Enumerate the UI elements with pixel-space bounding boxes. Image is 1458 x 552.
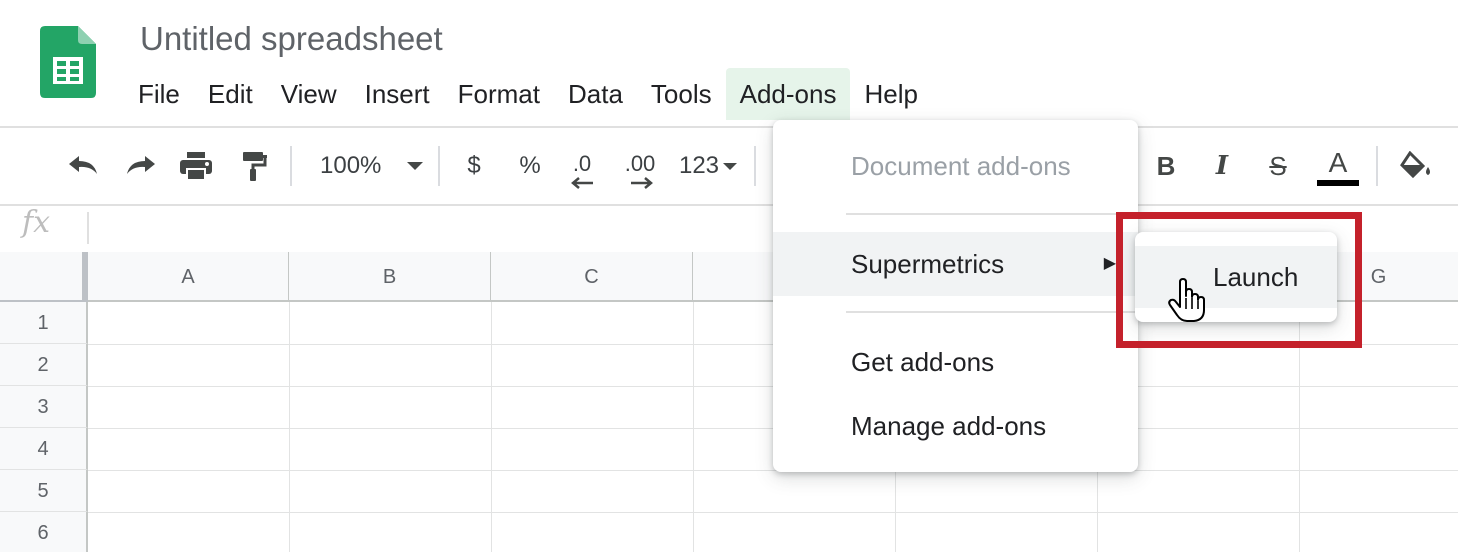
- document-title[interactable]: Untitled spreadsheet: [140, 20, 443, 58]
- column-header-a[interactable]: A: [88, 252, 289, 302]
- grid-line: [88, 470, 1458, 471]
- more-formats-label: 123: [678, 152, 720, 179]
- paint-format-icon[interactable]: [232, 146, 276, 186]
- select-all-corner[interactable]: [0, 252, 88, 306]
- arrow-right-icon: [631, 177, 653, 189]
- row-header-3[interactable]: 3: [0, 386, 88, 428]
- percent-format-button[interactable]: %: [512, 146, 548, 186]
- menu-view[interactable]: View: [267, 68, 351, 120]
- supermetrics-label: Supermetrics: [851, 249, 1005, 279]
- toolbar-divider-line: [0, 204, 1458, 206]
- currency-format-button[interactable]: $: [456, 146, 492, 186]
- grid-line: [693, 302, 694, 552]
- column-header-b[interactable]: B: [289, 252, 491, 302]
- toolbar-divider: [290, 146, 292, 186]
- annotation-highlight-box: [1116, 212, 1362, 348]
- chevron-down-icon: [723, 162, 738, 170]
- text-color-bar: [1317, 180, 1359, 186]
- text-color-button[interactable]: A: [1316, 142, 1360, 190]
- row-header-2[interactable]: 2: [0, 344, 88, 386]
- print-icon[interactable]: [174, 146, 218, 186]
- decrease-decimal-button[interactable]: .0: [560, 146, 604, 194]
- undo-icon[interactable]: [62, 146, 106, 186]
- menu-data[interactable]: Data: [554, 68, 637, 120]
- menu-edit[interactable]: Edit: [194, 68, 267, 120]
- submenu-arrow-icon: ▶: [1103, 255, 1116, 272]
- column-header-c[interactable]: C: [491, 252, 693, 302]
- decrease-decimal-label: .0: [572, 151, 592, 176]
- increase-decimal-label: .00: [624, 151, 656, 176]
- menu-file[interactable]: File: [124, 68, 194, 120]
- hand-pointer-cursor-icon: [1168, 278, 1205, 322]
- header-divider: [0, 126, 1458, 128]
- formula-input[interactable]: [96, 208, 756, 248]
- redo-icon[interactable]: [118, 146, 162, 186]
- bold-button[interactable]: B: [1146, 146, 1186, 186]
- fx-label: fx: [22, 205, 51, 240]
- menu-separator: [846, 311, 1138, 313]
- menu-separator: [846, 213, 1138, 215]
- get-add-ons-menu-item[interactable]: Get add-ons: [773, 330, 1138, 394]
- add-ons-dropdown-menu: Document add-ons Supermetrics ▶ Get add-…: [773, 120, 1138, 472]
- menu-tools[interactable]: Tools: [637, 68, 726, 120]
- supermetrics-menu-item[interactable]: Supermetrics ▶: [773, 232, 1138, 296]
- zoom-select[interactable]: 100%: [306, 146, 430, 186]
- document-add-ons-heading: Document add-ons: [851, 151, 1071, 181]
- row-header-6[interactable]: 6: [0, 512, 88, 552]
- menu-insert[interactable]: Insert: [351, 68, 444, 120]
- strikethrough-button[interactable]: S: [1258, 146, 1298, 186]
- row-header-4[interactable]: 4: [0, 428, 88, 470]
- increase-decimal-button[interactable]: .00: [618, 146, 662, 194]
- toolbar-divider: [438, 146, 440, 186]
- manage-add-ons-menu-item[interactable]: Manage add-ons: [773, 394, 1138, 458]
- text-color-label: A: [1328, 147, 1348, 178]
- menu-help[interactable]: Help: [850, 68, 931, 120]
- toolbar-divider: [754, 146, 756, 186]
- arrow-left-icon: [571, 177, 593, 189]
- row-header-5[interactable]: 5: [0, 470, 88, 512]
- italic-button[interactable]: I: [1202, 146, 1242, 186]
- grid-line: [289, 302, 290, 552]
- row-header-1[interactable]: 1: [0, 302, 88, 344]
- toolbar-divider: [1376, 146, 1378, 186]
- formula-divider: [87, 212, 89, 244]
- chevron-down-icon: [407, 162, 424, 170]
- zoom-value: 100%: [320, 152, 382, 179]
- menu-format[interactable]: Format: [444, 68, 554, 120]
- grid-line: [491, 302, 492, 552]
- more-formats-button[interactable]: 123: [672, 146, 744, 186]
- menu-add-ons[interactable]: Add-ons: [725, 68, 851, 120]
- google-sheets-logo-icon[interactable]: [40, 26, 96, 98]
- fill-color-icon[interactable]: [1396, 146, 1436, 186]
- grid-line: [88, 512, 1458, 513]
- menu-bar: File Edit View Insert Format Data Tools …: [124, 68, 932, 120]
